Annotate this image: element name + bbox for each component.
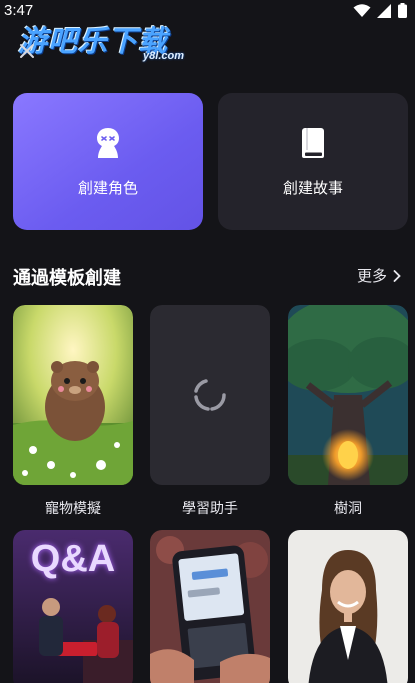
template-card-pet[interactable]: 寵物模擬 xyxy=(13,305,133,515)
template-label-pet: 寵物模擬 xyxy=(45,500,101,515)
app-screen: 3:47 游吧乐下载 y8l.com 創建角色 創建故事 通過模板創建 更多 寵… xyxy=(0,0,415,683)
create-story-card[interactable]: 創建故事 xyxy=(218,93,408,230)
character-icon xyxy=(97,128,119,158)
status-icons xyxy=(353,3,407,18)
close-icon xyxy=(20,44,34,58)
wifi-icon xyxy=(353,3,371,17)
create-story-label: 創建故事 xyxy=(282,180,343,197)
template-label-tree: 樹洞 xyxy=(334,500,362,515)
template-card-qa[interactable]: Q&A xyxy=(13,530,133,683)
more-link-label: 更多 xyxy=(356,268,387,285)
template-card-businesswoman[interactable] xyxy=(288,530,408,683)
businesswoman-template-image xyxy=(288,530,408,683)
template-label-study: 學習助手 xyxy=(182,500,238,515)
more-link[interactable]: 更多 xyxy=(357,265,401,286)
template-card-study[interactable]: 學習助手 xyxy=(150,305,270,515)
create-character-card[interactable]: 創建角色 xyxy=(13,93,203,230)
template-card-phone-chat[interactable] xyxy=(150,530,270,683)
qa-title-text: Q&A xyxy=(30,538,116,580)
book-icon xyxy=(302,128,324,158)
pet-template-image xyxy=(13,305,133,485)
create-character-label: 創建角色 xyxy=(77,180,138,197)
tree-template-image xyxy=(288,305,408,485)
section-title: 通過模板創建 xyxy=(13,268,121,288)
status-time: 3:47 xyxy=(4,2,34,19)
loading-spinner-icon xyxy=(194,379,226,411)
signal-icon xyxy=(377,3,391,18)
template-card-tree[interactable]: 樹洞 xyxy=(288,305,408,515)
chevron-right-icon xyxy=(393,269,401,282)
battery-icon xyxy=(398,3,407,18)
watermark-en-text: y8l.com xyxy=(143,50,184,62)
study-template-placeholder xyxy=(150,305,270,485)
watermark-logo: 游吧乐下载 y8l.com xyxy=(18,18,188,66)
phone-chat-template-image xyxy=(150,530,270,683)
close-button[interactable] xyxy=(18,42,36,60)
